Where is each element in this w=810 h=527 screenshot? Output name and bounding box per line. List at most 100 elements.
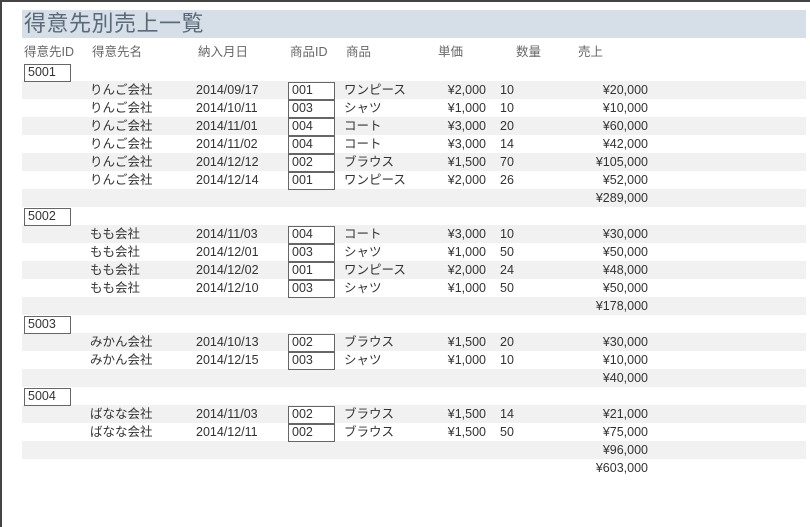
cell-qty: 10 <box>500 225 548 243</box>
header-delivery-date: 納入月日 <box>198 41 290 60</box>
table-row: ¥178,000 <box>22 297 806 315</box>
cell-product: ブラウス <box>344 423 436 441</box>
cell-product-id-box: 002 <box>288 154 335 172</box>
cell-product-id-box: 002 <box>288 424 335 442</box>
cell-date: 2014/12/15 <box>196 351 288 369</box>
cell-unit: ¥3,000 <box>436 117 500 135</box>
table-row: もも会社2014/12/10003シャツ¥1,00050¥50,000 <box>22 279 806 297</box>
cell-unit: ¥3,000 <box>436 135 500 153</box>
cell-qty: 10 <box>500 81 548 99</box>
cell-product-id: 002 <box>288 153 344 172</box>
cell-amount: ¥105,000 <box>548 153 648 171</box>
cell-amount: ¥21,000 <box>548 405 648 423</box>
cell-unit: ¥1,000 <box>436 243 500 261</box>
cell-qty: 24 <box>500 261 548 279</box>
cell-product-id-box: 001 <box>288 82 335 100</box>
cell-date: 2014/12/14 <box>196 171 288 189</box>
table-row: 5003 <box>22 315 806 333</box>
cell-qty: 26 <box>500 171 548 189</box>
cell-product: コート <box>344 225 436 243</box>
cell-date: 2014/11/03 <box>196 225 288 243</box>
table-row: りんご会社2014/10/11003シャツ¥1,00010¥10,000 <box>22 99 806 117</box>
cell-product: シャツ <box>344 243 436 261</box>
table-row: りんご会社2014/11/01004 コート¥3,00020¥60,000 <box>22 117 806 135</box>
cell-amount: ¥60,000 <box>548 117 648 135</box>
cell-date: 2014/11/03 <box>196 405 288 423</box>
cell-customer-name: りんご会社 <box>90 99 196 117</box>
cell-customer-id-box: 5003 <box>24 316 71 334</box>
cell-qty: 10 <box>500 99 548 117</box>
cell-amount: ¥10,000 <box>548 99 648 117</box>
cell-customer-id: 5002 <box>22 207 90 226</box>
cell-customer-name: みかん会社 <box>90 333 196 351</box>
cell-customer-id: 5004 <box>22 387 90 406</box>
cell-date: 2014/11/01 <box>196 117 288 135</box>
cell-unit: ¥1,500 <box>436 153 500 171</box>
cell-product-id: 004 <box>288 225 344 244</box>
cell-unit: ¥1,500 <box>436 333 500 351</box>
cell-date: 2014/09/17 <box>196 81 288 99</box>
cell-unit: ¥1,000 <box>436 279 500 297</box>
cell-unit: ¥1,500 <box>436 423 500 441</box>
report-title: 得意先別売上一覧 <box>22 11 204 36</box>
cell-qty: 14 <box>500 135 548 153</box>
cell-qty: 50 <box>500 243 548 261</box>
header-amount: 売上 <box>564 41 678 60</box>
cell-product: ワンピース <box>344 81 436 99</box>
cell-unit: ¥1,000 <box>436 351 500 369</box>
header-quantity: 数量 <box>516 41 564 60</box>
cell-product: ワンピース <box>344 261 436 279</box>
table-row: ¥289,000 <box>22 189 806 207</box>
cell-unit: ¥2,000 <box>436 81 500 99</box>
header-customer-name: 得意先名 <box>92 41 198 60</box>
cell-customer-name: ばなな会社 <box>90 423 196 441</box>
cell-customer-name: もも会社 <box>90 243 196 261</box>
cell-product: ブラウス <box>344 405 436 423</box>
cell-product: ワンピース <box>344 171 436 189</box>
cell-amount: ¥20,000 <box>548 81 648 99</box>
table-row: 5001 <box>22 63 806 81</box>
cell-date: 2014/12/11 <box>196 423 288 441</box>
cell-customer-name: りんご会社 <box>90 153 196 171</box>
header-unit-price: 単価 <box>438 41 516 60</box>
cell-customer-id: 5003 <box>22 315 90 334</box>
cell-customer-name: りんご会社 <box>90 135 196 153</box>
cell-unit: ¥3,000 <box>436 225 500 243</box>
cell-date: 2014/12/10 <box>196 279 288 297</box>
cell-product-id: 002 <box>288 423 344 442</box>
cell-product-id-box: 004 <box>288 136 335 154</box>
table-row: ばなな会社2014/11/03002ブラウス¥1,50014¥21,000 <box>22 405 806 423</box>
cell-product-id-box: 003 <box>288 244 335 262</box>
cell-qty: 20 <box>500 333 548 351</box>
table-row: ばなな会社2014/12/11002ブラウス¥1,50050¥75,000 <box>22 423 806 441</box>
cell-customer-name: もも会社 <box>90 225 196 243</box>
cell-customer-name: ばなな会社 <box>90 405 196 423</box>
cell-subtotal: ¥178,000 <box>548 297 648 315</box>
cell-amount: ¥10,000 <box>548 351 648 369</box>
cell-product-id-box: 001 <box>288 262 335 280</box>
cell-product: シャツ <box>344 351 436 369</box>
cell-product-id-box: 003 <box>288 280 335 298</box>
cell-subtotal: ¥96,000 <box>548 441 648 459</box>
cell-customer-name: りんご会社 <box>90 117 196 135</box>
cell-amount: ¥75,000 <box>548 423 648 441</box>
table-row: りんご会社2014/09/17001ワンピース¥2,00010¥20,000 <box>22 81 806 99</box>
table-row: ¥96,000 <box>22 441 806 459</box>
cell-qty: 70 <box>500 153 548 171</box>
cell-product-id-box: 004 <box>288 118 335 136</box>
cell-product-id: 001 <box>288 81 344 100</box>
cell-product: ブラウス <box>344 333 436 351</box>
table-row: もも会社2014/12/02001ワンピース¥2,00024¥48,000 <box>22 261 806 279</box>
table-row: もも会社2014/11/03004コート¥3,00010¥30,000 <box>22 225 806 243</box>
cell-amount: ¥30,000 <box>548 333 648 351</box>
cell-product-id: 003 <box>288 279 344 298</box>
cell-product-id: 002 <box>288 333 344 352</box>
header-customer-id: 得意先ID <box>22 41 92 60</box>
header-product-name: 商品 <box>346 41 438 60</box>
cell-product-id-box: 001 <box>288 172 335 190</box>
cell-product: コート <box>344 135 436 153</box>
cell-product: コート <box>344 117 436 135</box>
cell-qty: 20 <box>500 117 548 135</box>
table-body: 5001りんご会社2014/09/17001ワンピース¥2,00010¥20,0… <box>22 63 806 477</box>
cell-amount: ¥50,000 <box>548 279 648 297</box>
